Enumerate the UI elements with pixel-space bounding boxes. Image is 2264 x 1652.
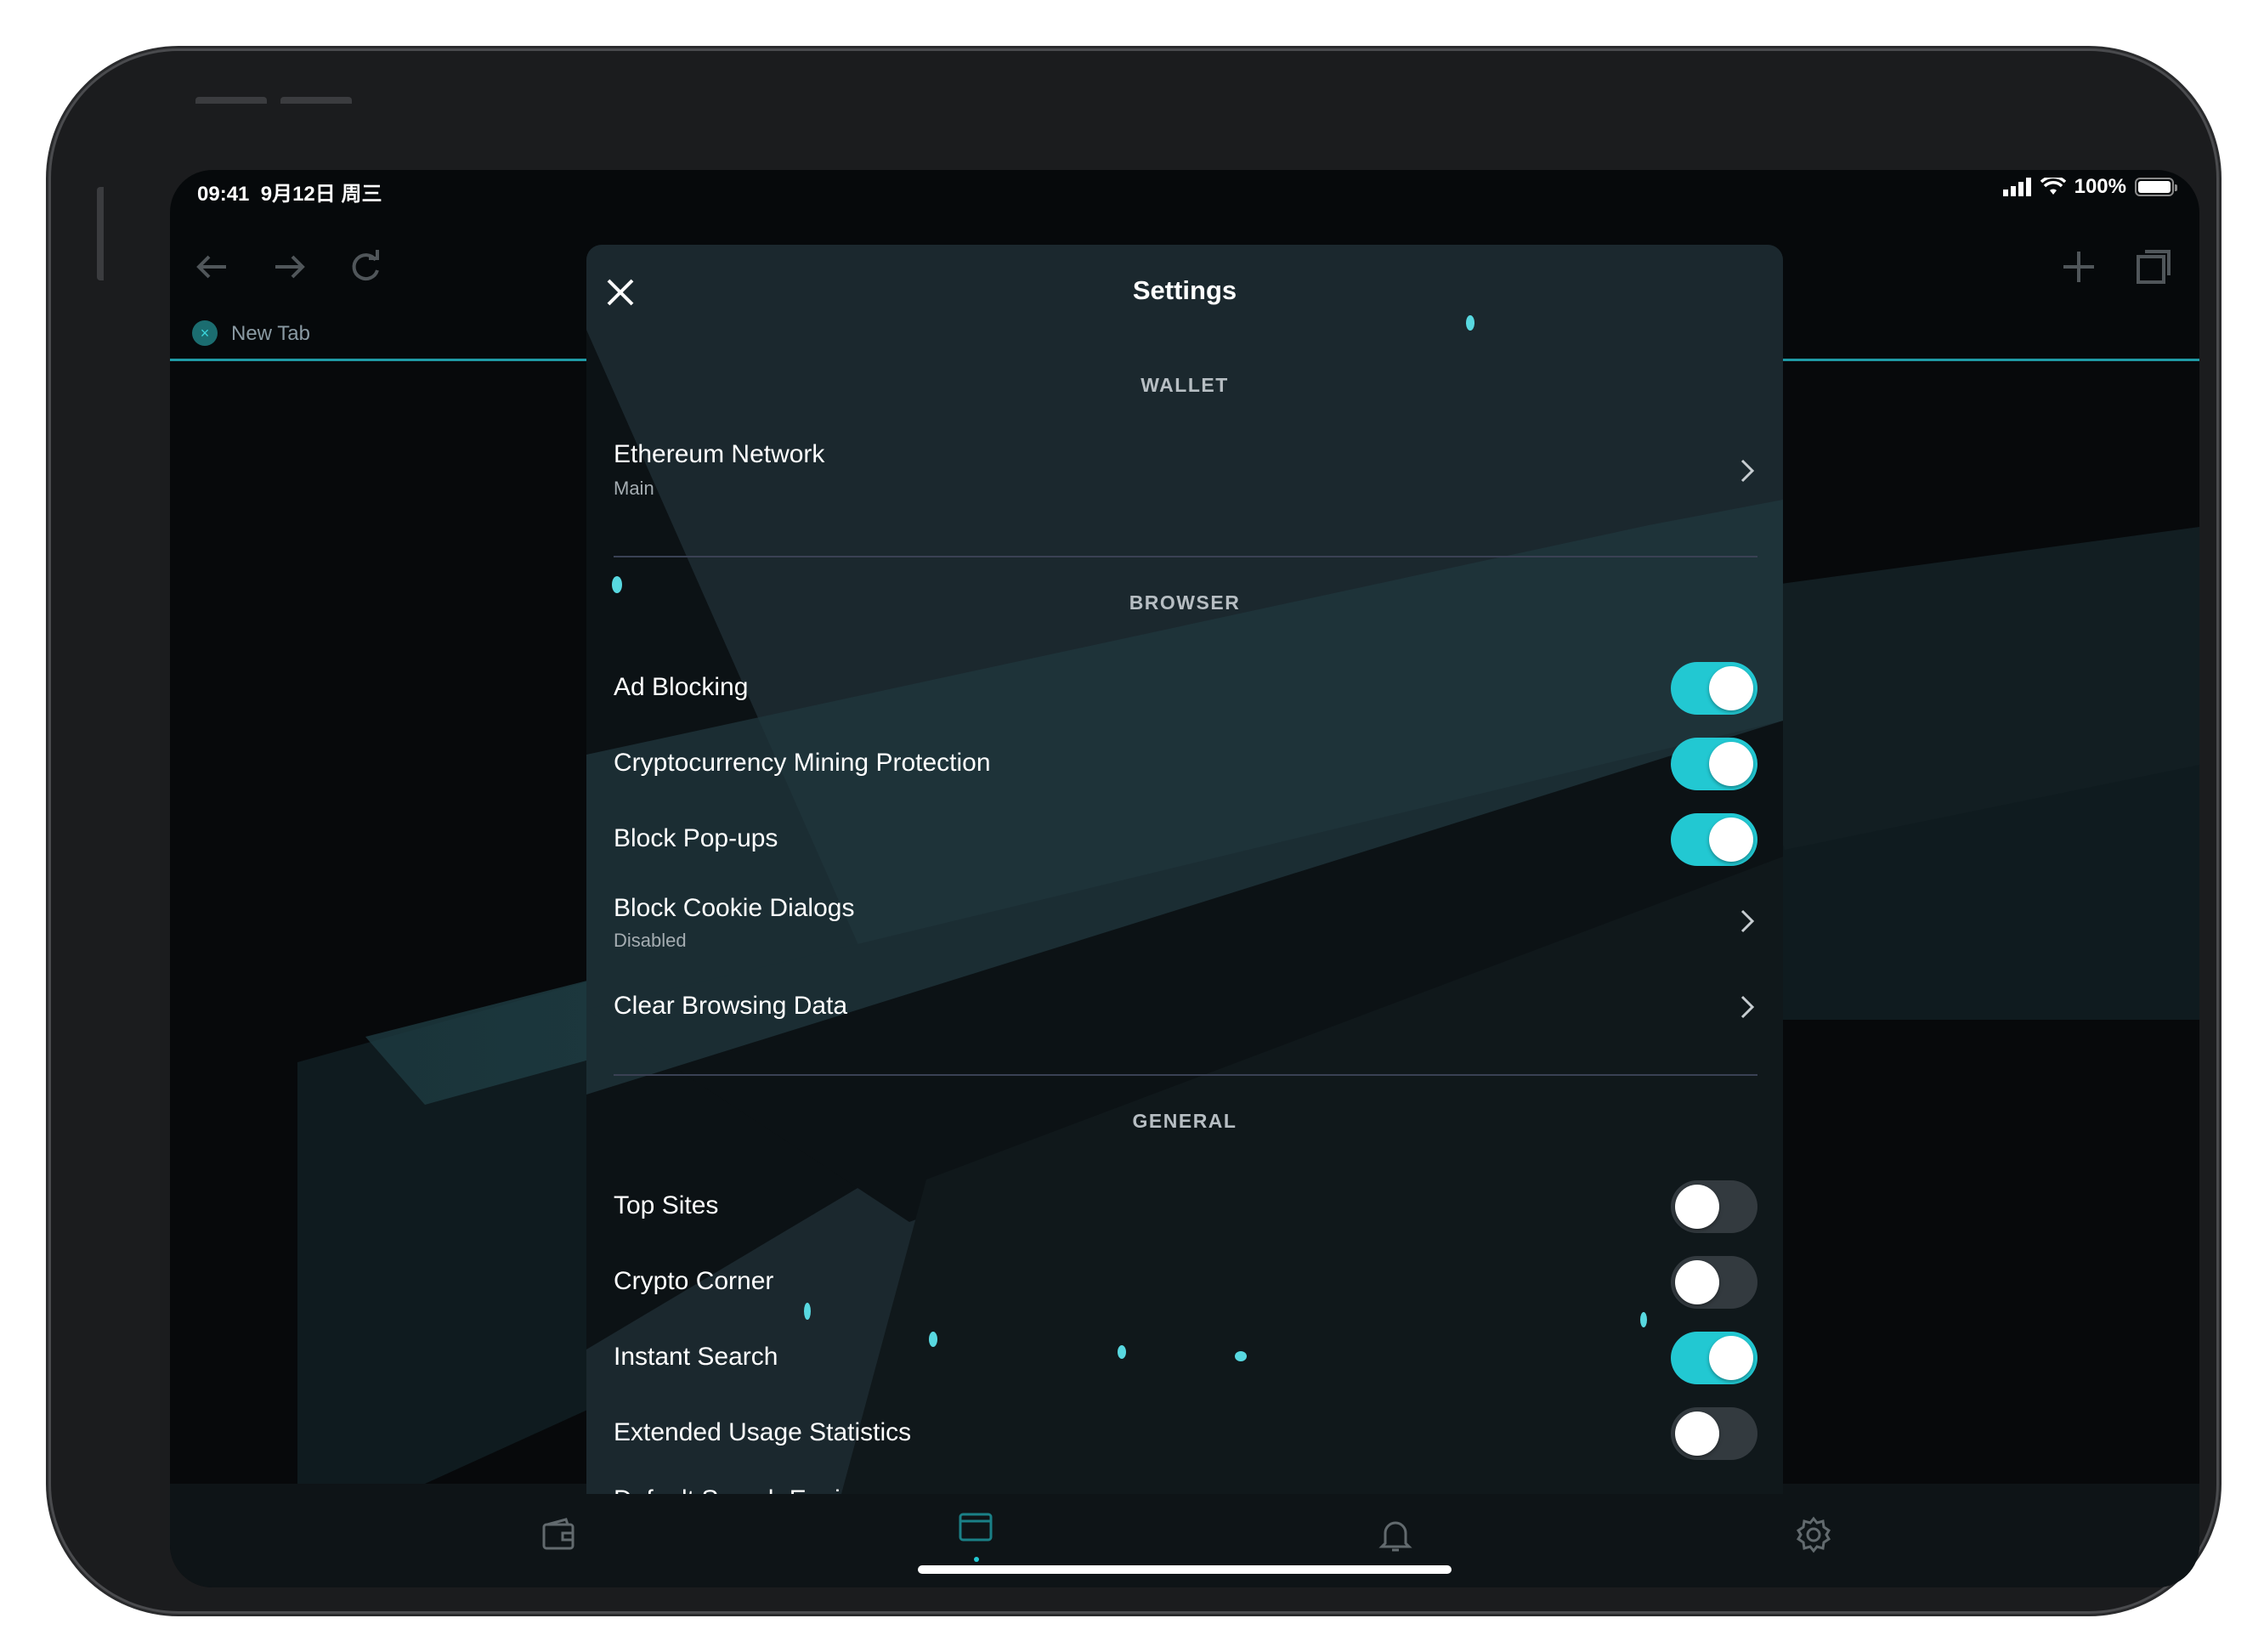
- row-label: Default Search Engine: [614, 1485, 869, 1494]
- row-block-cookie-dialogs[interactable]: Block Cookie Dialogs Disabled: [614, 880, 1757, 962]
- top-sites-toggle[interactable]: [1671, 1180, 1757, 1233]
- row-instant-search: Instant Search: [614, 1324, 1757, 1392]
- tabs-icon[interactable]: [2133, 246, 2174, 287]
- battery-icon: [2135, 178, 2177, 196]
- row-crypto-corner: Crypto Corner: [614, 1248, 1757, 1316]
- crypto-corner-toggle[interactable]: [1671, 1256, 1757, 1309]
- row-ethereum-network[interactable]: Ethereum Network Main: [614, 432, 1757, 517]
- clock: 09:41: [197, 183, 250, 206]
- tab-title[interactable]: New Tab: [231, 322, 310, 346]
- battery-percent: 100%: [2074, 175, 2126, 198]
- divider: [614, 556, 1757, 557]
- reload-icon[interactable]: [345, 246, 386, 287]
- toggle-knob: [1709, 742, 1753, 786]
- chevron-right-icon: [1740, 459, 1755, 483]
- toggle-knob: [1709, 1336, 1753, 1380]
- row-label: Clear Browsing Data: [614, 992, 848, 1020]
- row-top-sites: Top Sites: [614, 1173, 1757, 1241]
- divider: [614, 1074, 1757, 1076]
- hardware-button: [195, 97, 267, 104]
- hardware-button: [280, 97, 352, 104]
- notifications-bell-icon[interactable]: [1377, 1516, 1414, 1553]
- row-extended-usage-statistics: Extended Usage Statistics: [614, 1400, 1757, 1468]
- new-tab-plus-icon[interactable]: [2058, 246, 2099, 287]
- row-clear-browsing-data[interactable]: Clear Browsing Data: [614, 973, 1757, 1041]
- forward-arrow-icon[interactable]: [269, 246, 309, 287]
- settings-content: Settings WALLET Ethereum Network Main BR…: [586, 245, 1783, 1494]
- chevron-right-icon: [1740, 995, 1755, 1019]
- tab-close-icon[interactable]: ×: [192, 320, 218, 346]
- row-value: Disabled: [614, 930, 687, 951]
- row-label: Cryptocurrency Mining Protection: [614, 749, 991, 777]
- crypto-mining-toggle[interactable]: [1671, 738, 1757, 790]
- wallet-icon[interactable]: [541, 1516, 578, 1553]
- section-header-general: GENERAL: [1132, 1110, 1237, 1132]
- date: 9月12日 周三: [260, 183, 382, 206]
- row-value: Main: [614, 478, 654, 499]
- block-popups-toggle[interactable]: [1671, 813, 1757, 866]
- wifi-icon: [2040, 178, 2066, 195]
- toggle-knob: [1675, 1412, 1719, 1456]
- settings-title: Settings: [1132, 275, 1237, 305]
- row-default-search-engine[interactable]: Default Search Engine: [614, 1467, 1757, 1494]
- settings-modal: Settings WALLET Ethereum Network Main BR…: [586, 245, 1783, 1494]
- screen: 09:41 9月12日 周三 100% × New Tab Settings W…: [170, 170, 2199, 1587]
- row-ad-blocking: Ad Blocking: [614, 654, 1757, 722]
- ad-blocking-toggle[interactable]: [1671, 662, 1757, 715]
- row-label: Block Pop-ups: [614, 824, 778, 852]
- usage-statistics-toggle[interactable]: [1671, 1407, 1757, 1460]
- row-block-popups: Block Pop-ups: [614, 806, 1757, 874]
- status-indicators: 100%: [2002, 175, 2177, 199]
- row-label: Block Cookie Dialogs: [614, 894, 855, 922]
- browser-icon[interactable]: [957, 1509, 994, 1547]
- chevron-right-icon: [1740, 909, 1755, 933]
- ipad-frame: 09:41 9月12日 周三 100% × New Tab Settings W…: [51, 51, 2216, 1611]
- row-crypto-mining-protection: Cryptocurrency Mining Protection: [614, 730, 1757, 798]
- hardware-button: [97, 187, 104, 280]
- row-label: Top Sites: [614, 1191, 719, 1219]
- instant-search-toggle[interactable]: [1671, 1332, 1757, 1384]
- section-header-browser: BROWSER: [1129, 591, 1241, 614]
- status-bar: 09:41 9月12日 周三 100%: [170, 170, 2199, 221]
- row-label: Crypto Corner: [614, 1267, 774, 1295]
- back-arrow-icon[interactable]: [192, 246, 233, 287]
- row-label: Instant Search: [614, 1343, 778, 1371]
- toggle-knob: [1675, 1185, 1719, 1229]
- row-label: Ad Blocking: [614, 673, 749, 701]
- toggle-knob: [1709, 818, 1753, 862]
- toggle-knob: [1709, 666, 1753, 710]
- home-indicator[interactable]: [918, 1565, 1452, 1574]
- row-label: Extended Usage Statistics: [614, 1418, 912, 1446]
- status-time: 09:41 9月12日 周三: [197, 177, 382, 206]
- row-label: Ethereum Network: [614, 440, 825, 468]
- active-indicator: [974, 1557, 979, 1562]
- cellular-signal-icon: [2002, 178, 2031, 196]
- section-header-wallet: WALLET: [1140, 374, 1229, 396]
- toggle-knob: [1675, 1260, 1719, 1304]
- settings-gear-icon[interactable]: [1795, 1516, 1832, 1553]
